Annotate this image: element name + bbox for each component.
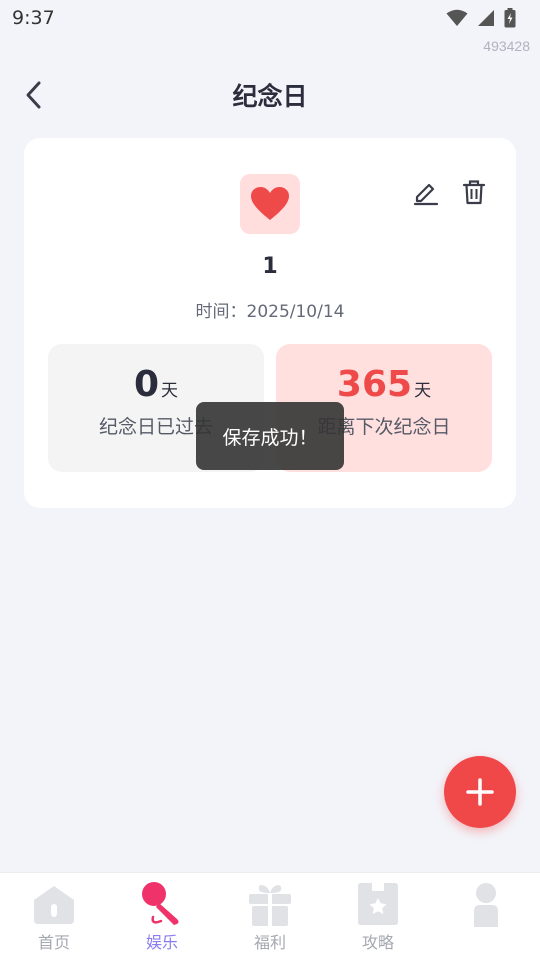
nav-item-benefits[interactable]: 福利 — [216, 873, 324, 960]
days-until-next-number: 365 — [336, 364, 413, 405]
days-until-next-unit: 天 — [414, 381, 432, 401]
star-book-icon — [355, 881, 401, 927]
status-bar: 9:37 — [0, 0, 540, 36]
battery-icon — [504, 8, 516, 28]
nav-label-guide: 攻略 — [361, 933, 394, 952]
days-until-next-value: 365 天 — [276, 364, 492, 405]
microphone-icon — [139, 881, 185, 927]
heart-icon-box — [240, 174, 300, 234]
nav-label-home: 首页 — [37, 933, 70, 952]
wifi-icon — [446, 9, 468, 26]
status-icons — [446, 8, 516, 28]
anniversary-name: 1 — [262, 254, 278, 279]
days-passed-number: 0 — [133, 364, 160, 405]
page-title: 纪念日 — [232, 82, 308, 111]
nav-item-guide[interactable]: 攻略 — [324, 873, 432, 960]
page-header: 纪念日 — [0, 66, 540, 124]
delete-button[interactable] — [460, 178, 488, 206]
nav-item-home[interactable]: 首页 — [0, 873, 108, 960]
chevron-left-icon — [26, 81, 41, 109]
back-button[interactable] — [18, 78, 50, 112]
plus-icon — [466, 778, 494, 806]
add-anniversary-button[interactable] — [444, 756, 516, 828]
trash-icon — [462, 180, 486, 205]
nav-item-entertainment[interactable]: 娱乐 — [108, 873, 216, 960]
nav-label-entertainment: 娱乐 — [145, 933, 178, 952]
home-icon — [31, 881, 77, 927]
nav-item-profile[interactable] — [432, 873, 540, 960]
heart-icon — [251, 187, 289, 220]
pencil-icon — [413, 183, 439, 206]
bottom-nav: 首页 娱乐 福利 攻略 — [0, 872, 540, 960]
toast-message: 保存成功！ — [196, 402, 344, 470]
anniversary-date: 时间：2025/10/14 — [195, 302, 345, 322]
person-icon — [463, 881, 509, 927]
status-time: 9:37 — [12, 7, 55, 29]
edit-button[interactable] — [412, 178, 440, 206]
nav-label-benefits: 福利 — [253, 933, 286, 952]
signal-icon — [478, 10, 494, 26]
device-id: 493428 — [483, 38, 530, 54]
days-passed-unit: 天 — [161, 381, 179, 401]
gift-icon — [247, 881, 293, 927]
days-passed-value: 0天 — [48, 364, 264, 405]
